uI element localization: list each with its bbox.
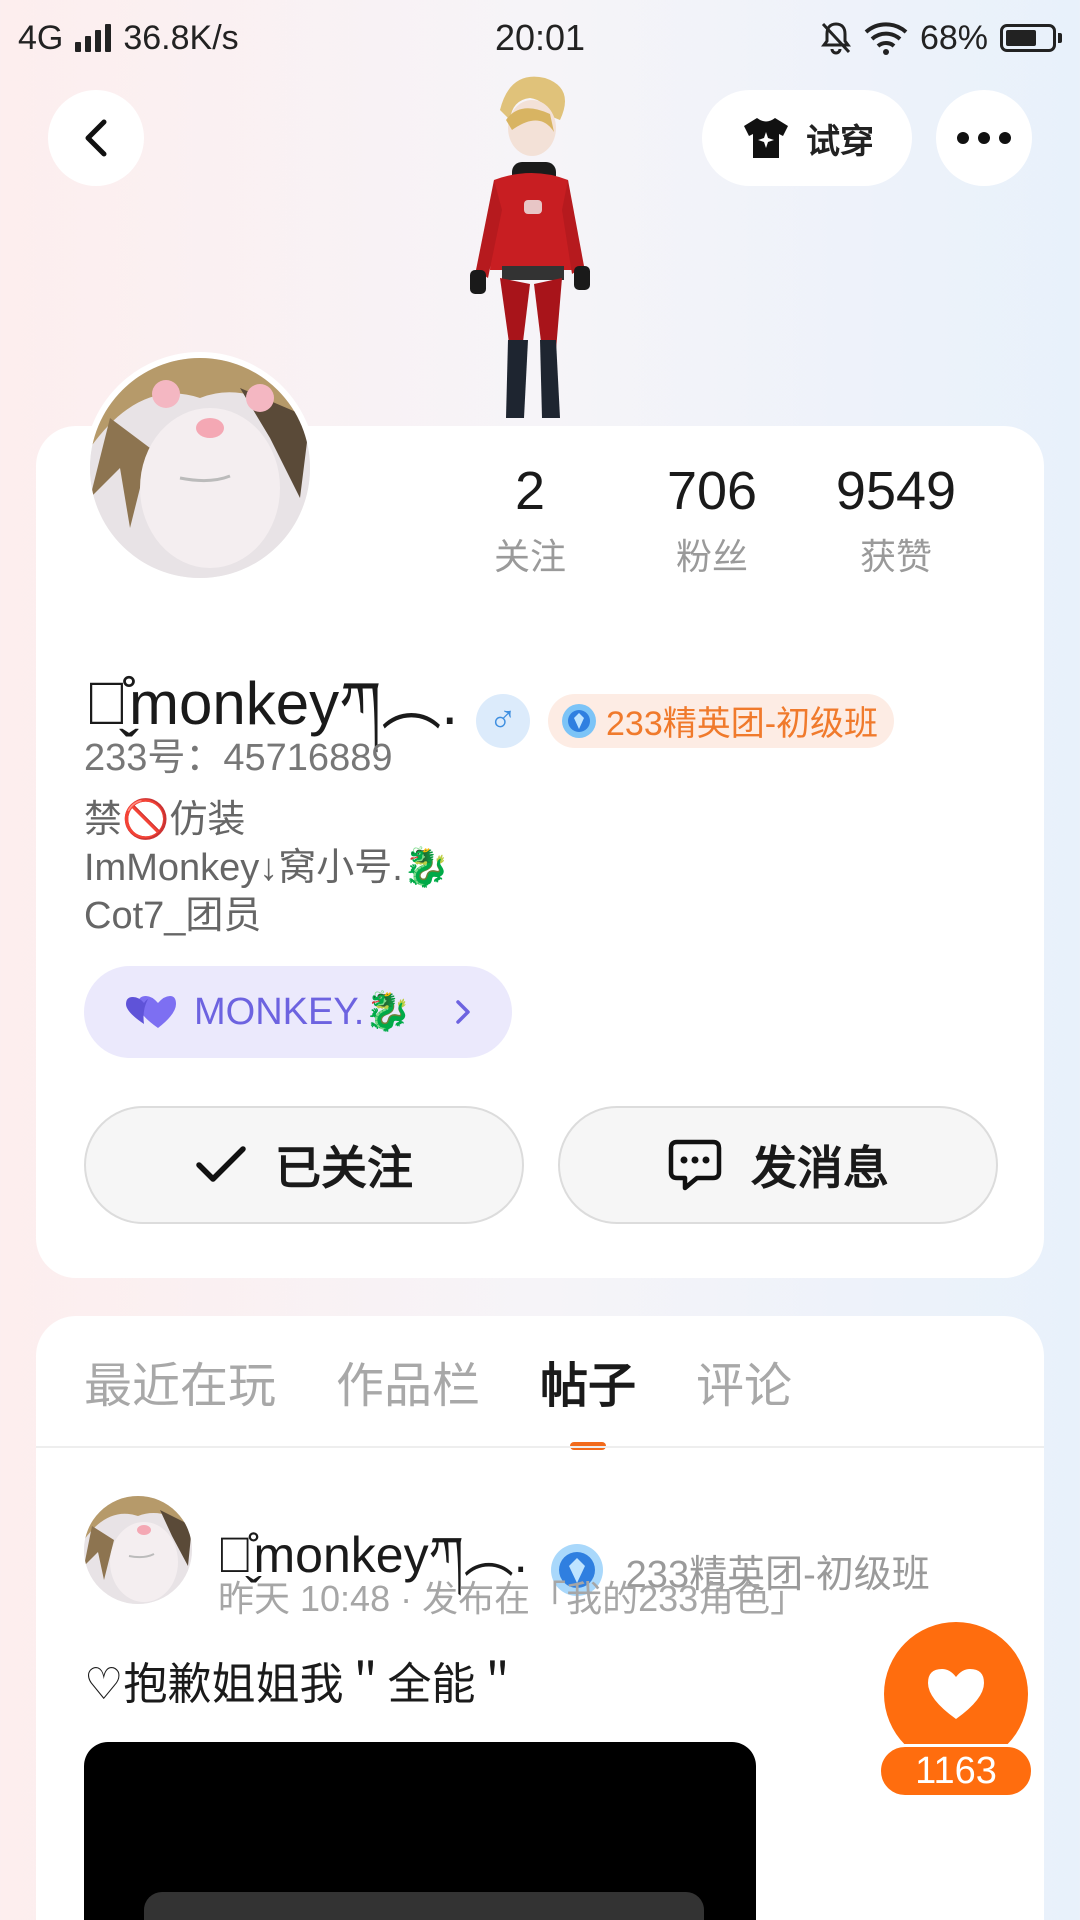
mute-bell-icon — [820, 22, 851, 55]
group-label: MONKEY.🐉 — [194, 991, 412, 1033]
followed-button[interactable]: 已关注 — [84, 1106, 524, 1224]
tab-posts[interactable]: 帖子 — [540, 1346, 637, 1450]
stat-number: 2 — [514, 461, 546, 521]
double-heart-icon — [126, 996, 176, 1028]
post-video-thumbnail[interactable] — [84, 1742, 756, 1920]
profile-stats: 2 关注 706 粉丝 9549 获赞 — [440, 460, 1020, 580]
try-on-label: 试穿 — [806, 122, 874, 161]
tab-label: 评论 — [696, 1360, 793, 1413]
followed-label: 已关注 — [275, 1142, 413, 1194]
stat-label: 关注 — [493, 536, 566, 577]
tab-comments[interactable]: 评论 — [696, 1346, 792, 1428]
tab-label: 帖子 — [540, 1360, 637, 1413]
thumbnail-content — [144, 1892, 704, 1920]
try-on-button[interactable]: 试穿 — [702, 90, 912, 186]
bio: 禁🚫仿装 ImMonkey↓窝小号.🐉 Cot7_团员 — [84, 796, 450, 940]
tab-label: 作品栏 — [336, 1360, 481, 1413]
wifi-icon — [864, 22, 908, 55]
back-button[interactable] — [48, 90, 144, 186]
profile-avatar[interactable] — [84, 352, 316, 584]
status-left: 4G 36.8K/s — [18, 19, 239, 58]
divider — [36, 1446, 1044, 1448]
group-link[interactable]: MONKEY.🐉 — [84, 966, 512, 1058]
shirt-icon — [744, 118, 788, 158]
battery-icon — [1000, 24, 1062, 52]
avatar-image — [84, 1496, 192, 1604]
user-id: 233号：45716889 — [84, 737, 393, 779]
stat-number: 706 — [666, 461, 758, 521]
tab-works[interactable]: 作品栏 — [336, 1346, 480, 1428]
check-icon — [196, 1146, 246, 1182]
elite-badge-label: 233精英团-初级班 — [606, 705, 879, 743]
post-avatar[interactable] — [84, 1496, 192, 1604]
gem-icon — [562, 703, 596, 738]
elite-badge[interactable]: 233精英团-初级班 — [548, 693, 895, 748]
stat-label: 获赞 — [859, 536, 932, 577]
tab-label: 最近在玩 — [84, 1360, 277, 1413]
bio-line: 禁🚫仿装 — [84, 799, 246, 841]
stat-number: 9549 — [835, 461, 957, 521]
more-dots-icon — [957, 132, 1011, 144]
avatar-image — [90, 358, 310, 578]
stat-fans[interactable]: 706 粉丝 — [602, 460, 822, 580]
signal-icon — [75, 24, 112, 52]
heart-icon — [928, 1669, 984, 1719]
network-type: 4G — [18, 18, 64, 57]
status-bar: 4G 36.8K/s 20:01 68% — [0, 0, 1080, 76]
avatar-character-figure[interactable] — [450, 70, 610, 430]
gender-male-icon: ♂ — [476, 693, 530, 748]
status-right: 68% — [820, 19, 1062, 58]
bio-line: ImMonkey↓窝小号.🐉 — [84, 847, 451, 889]
more-button[interactable] — [936, 90, 1032, 186]
post-title[interactable]: ♡抱歉姐姐我＂全能＂ — [84, 1648, 519, 1712]
chevron-left-icon — [85, 119, 107, 157]
tab-recently-played[interactable]: 最近在玩 — [84, 1346, 276, 1428]
chat-bubble-icon — [668, 1139, 722, 1191]
stat-likes[interactable]: 9549 获赞 — [816, 460, 976, 580]
stat-following[interactable]: 2 关注 — [440, 460, 620, 580]
battery-percent: 68% — [919, 18, 988, 57]
stat-label: 粉丝 — [675, 536, 748, 577]
send-message-label: 发消息 — [751, 1142, 889, 1194]
bio-line: Cot7_团员 — [84, 895, 262, 937]
network-speed: 36.8K/s — [123, 18, 239, 57]
chevron-right-icon — [456, 1000, 470, 1024]
profile-tabs: 最近在玩 作品栏 帖子 评论 — [84, 1346, 792, 1450]
send-message-button[interactable]: 发消息 — [558, 1106, 998, 1224]
post-meta: 昨天 10:48 · 发布在「我的233角色」 — [218, 1578, 807, 1619]
like-count: 1163 — [878, 1744, 1034, 1798]
